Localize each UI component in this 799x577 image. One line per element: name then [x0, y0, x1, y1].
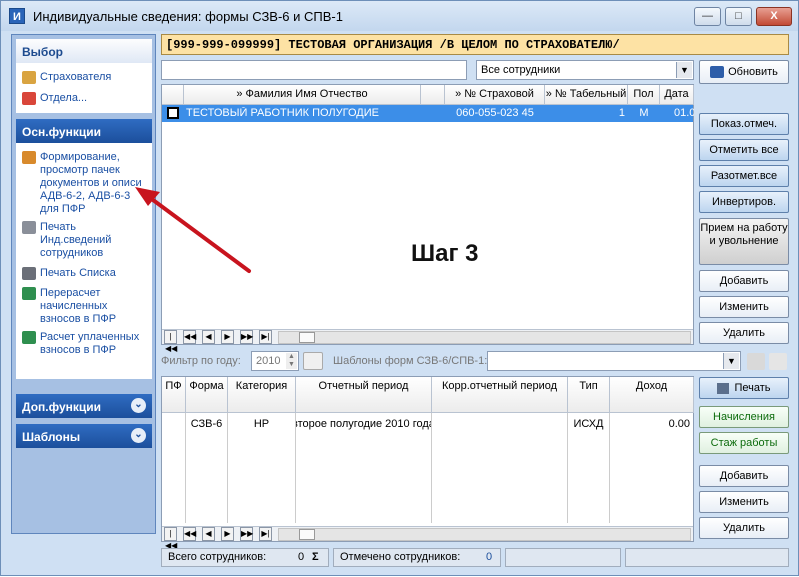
annotation-arrow	[135, 187, 251, 273]
arrow-shaft	[147, 195, 251, 273]
app-window: И Индивидуальные сведения: формы СЗВ-6 и…	[0, 0, 799, 576]
